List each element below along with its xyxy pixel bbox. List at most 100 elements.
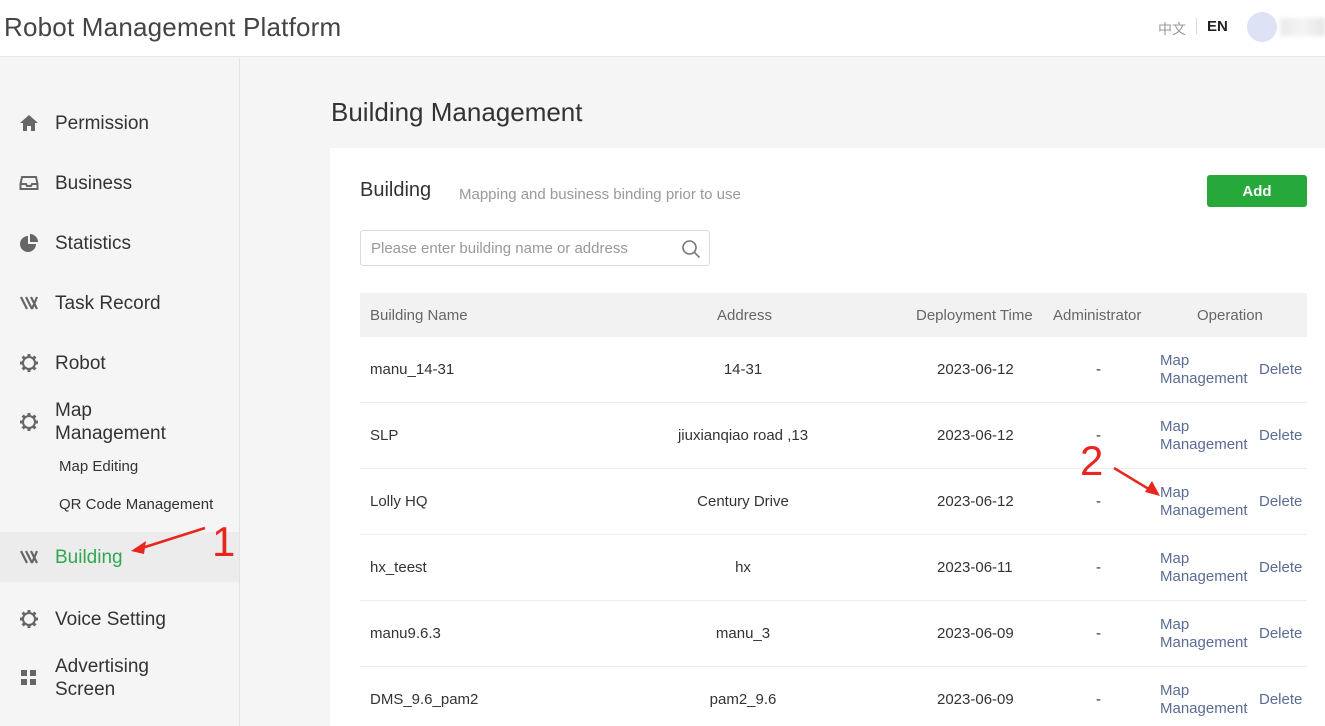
- map-management-link-line1: Map: [1160, 682, 1190, 699]
- grid-icon: [18, 667, 40, 689]
- annotation-step-1: 1: [212, 518, 236, 565]
- language-chinese-option[interactable]: 中文: [1158, 19, 1186, 39]
- sidebar-subitem-qr-code-management[interactable]: QR Code Management: [59, 496, 213, 513]
- sidebar-item-permission[interactable]: Permission: [0, 110, 239, 136]
- table-row: manu_14-31 14-31 2023-06-12- Map Management D…: [360, 337, 1307, 403]
- gear-icon: [18, 608, 40, 630]
- cell-deployment-time: 2023-06-12: [937, 361, 1014, 378]
- delete-link[interactable]: Delete: [1259, 493, 1302, 511]
- card-title: Building: [360, 179, 432, 201]
- card-subtitle: Mapping and business binding prior to us…: [459, 186, 741, 203]
- sidebar-item-label: Statistics: [55, 232, 132, 254]
- map-management-link-line1: Map: [1160, 484, 1190, 501]
- cell-deployment-time: 2023-06-12: [937, 427, 1014, 444]
- cell-administrator: -: [1096, 559, 1101, 576]
- map-management-link-line2: Management: [1160, 700, 1248, 717]
- map-management-link-line1: Map: [1160, 352, 1190, 369]
- sidebar-item-robot[interactable]: Robot: [0, 350, 239, 376]
- column-header-deployment-time: Deployment Time: [916, 307, 1033, 324]
- building-icon: [18, 546, 40, 568]
- table-header: Building Name Address Deployment Time Ad…: [360, 293, 1307, 337]
- language-divider: [1196, 18, 1197, 34]
- cell-building-name: SLP: [370, 427, 399, 444]
- map-management-link-line2: Management: [1160, 502, 1248, 519]
- table-row: manu9.6.3 manu_3 2023-06-09- Map Management D…: [360, 601, 1307, 667]
- map-management-link-line1: Map: [1160, 616, 1190, 633]
- cell-building-name: Lolly HQ: [370, 493, 428, 510]
- avatar[interactable]: [1247, 12, 1277, 42]
- cell-building-name: manu_14-31: [370, 361, 455, 378]
- language-english-option[interactable]: EN: [1207, 18, 1228, 35]
- gear-icon: [18, 352, 40, 374]
- sidebar-item-label: Robot: [55, 352, 106, 374]
- app-title: Robot Management Platform: [4, 12, 342, 42]
- search-box: [360, 230, 710, 266]
- sidebar-item-label: Advertising Screen: [55, 656, 149, 700]
- pie-chart-icon: [18, 232, 40, 254]
- cell-administrator: -: [1096, 493, 1101, 510]
- cell-administrator: -: [1096, 625, 1101, 642]
- map-management-link-line2: Management: [1160, 370, 1248, 387]
- sidebar-item-label: Permission: [55, 112, 149, 134]
- user-name-redacted: [1280, 18, 1325, 36]
- top-header: Robot Management Platform 中文 EN: [0, 0, 1325, 57]
- delete-link[interactable]: Delete: [1259, 559, 1302, 577]
- annotation-step-2: 2: [1080, 437, 1104, 484]
- map-management-link[interactable]: Map Management: [1160, 352, 1248, 388]
- table-row: Lolly HQ Century Drive 2023-06-12- Map Manag…: [360, 469, 1307, 535]
- map-management-link[interactable]: Map Management: [1160, 418, 1248, 454]
- table-row: DMS_9.6_pam2 pam2_9.6 2023-06-09- Map Manage…: [360, 667, 1307, 726]
- sidebar-item-map-management[interactable]: Map Management: [0, 398, 239, 446]
- sidebar-subitem-map-editing[interactable]: Map Editing: [59, 458, 138, 475]
- cell-building-name: hx_teest: [370, 559, 427, 576]
- cell-administrator: -: [1096, 691, 1101, 708]
- delete-link[interactable]: Delete: [1259, 625, 1302, 643]
- search-icon[interactable]: [681, 239, 701, 259]
- page-title: Building Management: [331, 97, 583, 127]
- add-button[interactable]: Add: [1207, 175, 1307, 207]
- sidebar-item-label: Task Record: [55, 292, 161, 314]
- sidebar-item-advertising-screen[interactable]: Advertising Screen: [0, 654, 239, 702]
- map-management-link-line1: Map: [1160, 550, 1190, 567]
- sidebar-item-voice-setting[interactable]: Voice Setting: [0, 606, 239, 632]
- delete-link[interactable]: Delete: [1259, 427, 1302, 445]
- column-header-address: Address: [717, 307, 773, 324]
- building-card: Building Mapping and business binding pr…: [330, 148, 1325, 726]
- task-record-icon: [18, 292, 40, 314]
- map-management-link-line1: Map: [1160, 418, 1190, 435]
- map-management-link[interactable]: Map Management: [1160, 616, 1248, 652]
- column-header-administrator: Administrator: [1053, 307, 1142, 324]
- search-input[interactable]: [371, 238, 671, 258]
- cell-building-name: manu9.6.3: [370, 625, 441, 642]
- map-management-link-line2: Management: [1160, 568, 1248, 585]
- map-management-link[interactable]: Map Management: [1160, 682, 1248, 718]
- sidebar-item-business[interactable]: Business: [0, 170, 239, 196]
- map-management-link-line2: Management: [1160, 634, 1248, 651]
- column-header-building-name: Building Name: [370, 307, 468, 324]
- sidebar-item-building[interactable]: Building: [0, 532, 239, 582]
- cell-deployment-time: 2023-06-09: [937, 691, 1014, 708]
- sidebar: Permission Business Statistics Task Reco…: [0, 58, 240, 726]
- sidebar-item-task-record[interactable]: Task Record: [0, 290, 239, 316]
- cell-deployment-time: 2023-06-09: [937, 625, 1014, 642]
- home-icon: [18, 112, 40, 134]
- inbox-icon: [18, 172, 40, 194]
- sidebar-item-label: Building: [55, 547, 123, 568]
- gear-icon: [18, 411, 40, 433]
- table-row: hx_teest hx 2023-06-11- Map Management Delete: [360, 535, 1307, 601]
- map-management-link-line2: Management: [1160, 436, 1248, 453]
- sidebar-item-label: Voice Setting: [55, 608, 166, 630]
- column-header-operation: Operation: [1197, 307, 1263, 324]
- table-row: SLP jiuxianqiao road ,13 2023-06-12- Map Man…: [360, 403, 1307, 469]
- cell-deployment-time: 2023-06-11: [937, 559, 1013, 576]
- delete-link[interactable]: Delete: [1259, 691, 1302, 709]
- cell-building-name: DMS_9.6_pam2: [370, 691, 479, 708]
- sidebar-item-label: Map Management: [55, 400, 166, 444]
- cell-deployment-time: 2023-06-12: [937, 493, 1014, 510]
- sidebar-item-label: Business: [55, 172, 133, 194]
- map-management-link[interactable]: Map Management: [1160, 484, 1248, 520]
- map-management-link[interactable]: Map Management: [1160, 550, 1248, 586]
- cell-administrator: -: [1096, 361, 1101, 378]
- delete-link[interactable]: Delete: [1259, 361, 1302, 379]
- sidebar-item-statistics[interactable]: Statistics: [0, 230, 239, 256]
